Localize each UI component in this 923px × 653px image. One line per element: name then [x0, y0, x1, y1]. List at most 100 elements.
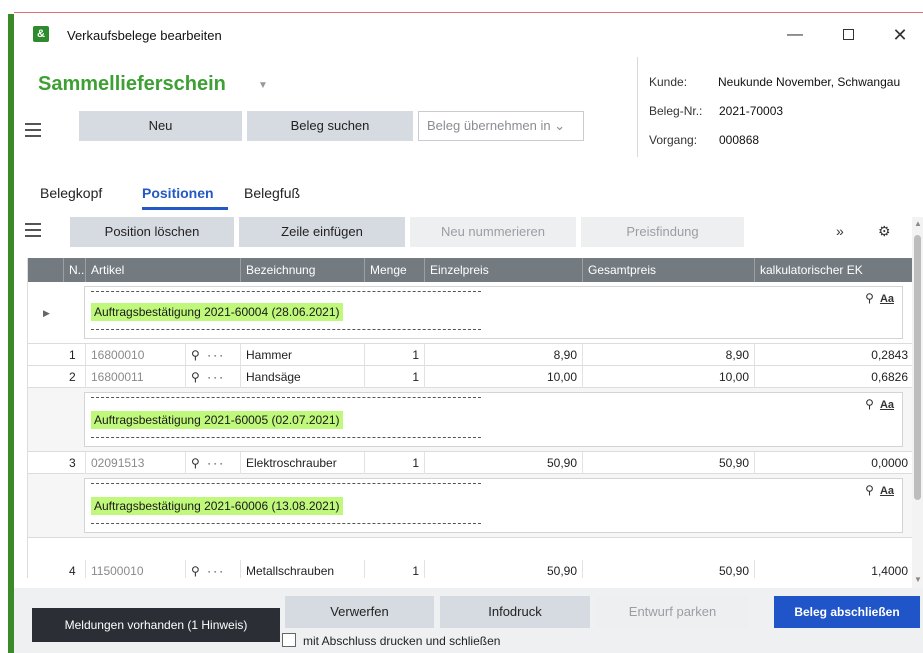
- tab-belegkopf[interactable]: Belegkopf: [40, 185, 102, 201]
- cell-total-price: 50,90: [583, 560, 755, 578]
- column-header-marker: [28, 258, 64, 282]
- grid-menu-icon[interactable]: [25, 223, 41, 237]
- dashed-separator: [91, 329, 481, 330]
- cell-unit-price[interactable]: 50,90: [425, 452, 583, 474]
- cell-unit-price[interactable]: 10,00: [425, 366, 583, 388]
- font-format-icon[interactable]: Aa: [880, 293, 894, 305]
- table-row[interactable]: 1 16800010 ⚲ ··· Hammer 1 8,90 8,90 0,28…: [28, 344, 912, 366]
- text-block[interactable]: Auftragsbestätigung 2021-60006 (13.08.20…: [28, 474, 912, 538]
- table-row[interactable]: 4 11500010 ⚲ ··· Metallschrauben 1 50,90…: [28, 560, 912, 578]
- article-lookup-icons[interactable]: ⚲ ···: [186, 366, 241, 388]
- process-label: Vorgang:: [649, 133, 698, 147]
- text-block-tools: ⚲ Aa: [865, 291, 894, 305]
- print-on-finish-checkbox[interactable]: [282, 633, 296, 647]
- text-block[interactable]: Auftragsbestätigung 2021-60005 (02.07.20…: [28, 388, 912, 452]
- maximize-button[interactable]: [833, 21, 863, 49]
- search-icon[interactable]: ⚲: [865, 291, 874, 305]
- cell-cost: 0,0000: [871, 456, 908, 470]
- info-separator: [637, 57, 638, 157]
- infoprint-button[interactable]: Infodruck: [440, 596, 590, 628]
- pricing-button[interactable]: Preisfindung: [581, 217, 744, 247]
- doc-number-label: Beleg-Nr.:: [649, 104, 703, 118]
- vertical-scrollbar[interactable]: ▲ ▼: [912, 217, 923, 589]
- article-lookup-icons[interactable]: ⚲ ···: [186, 344, 241, 366]
- customer-value: Neukunde November, Schwangau: [718, 75, 901, 89]
- app-icon: &: [33, 26, 49, 42]
- scroll-down-icon[interactable]: ▼: [914, 575, 922, 584]
- text-block[interactable]: ▶ Auftragsbestätigung 2021-60004 (28.06.…: [28, 282, 912, 344]
- table-row[interactable]: 2 16800011 ⚲ ··· Handsäge 1 10,00 10,00 …: [28, 366, 912, 388]
- article-lookup-icons[interactable]: ⚲ ···: [186, 560, 241, 578]
- text-block-editor[interactable]: Auftragsbestätigung 2021-60006 (13.08.20…: [84, 478, 903, 533]
- maximize-icon: [842, 29, 854, 41]
- column-header-total-price[interactable]: Gesamtpreis: [583, 258, 755, 282]
- new-button[interactable]: Neu: [79, 111, 242, 141]
- font-format-icon[interactable]: Aa: [880, 485, 894, 497]
- highlighted-order-reference: Auftragsbestätigung 2021-60006 (13.08.20…: [91, 497, 343, 515]
- text-block-tools: ⚲ Aa: [865, 483, 894, 497]
- column-header-description[interactable]: Bezeichnung: [241, 258, 365, 282]
- cell-cost: 0,2843: [871, 348, 908, 362]
- text-block-editor[interactable]: Auftragsbestätigung 2021-60004 (28.06.20…: [84, 286, 903, 339]
- transfer-document-dropdown[interactable]: Beleg übernehmen in ⌄: [418, 111, 584, 141]
- insert-row-button[interactable]: Zeile einfügen: [239, 217, 405, 247]
- search-icon[interactable]: ⚲: [865, 397, 874, 411]
- renumber-button[interactable]: Neu nummerieren: [410, 217, 576, 247]
- cell-unit-price[interactable]: 8,90: [425, 344, 583, 366]
- delete-position-button[interactable]: Position löschen: [70, 217, 234, 247]
- cell-total-price: 8,90: [583, 344, 755, 366]
- cell-article[interactable]: 11500010: [86, 560, 186, 578]
- column-header-cost[interactable]: kalkulatorischer EK: [755, 258, 912, 282]
- column-header-article[interactable]: Artikel: [86, 258, 241, 282]
- cell-cost: 0,6826: [871, 370, 908, 384]
- top-edge: [14, 0, 923, 12]
- header-menu-icon[interactable]: [25, 123, 41, 137]
- cell-total-price: 50,90: [583, 452, 755, 474]
- dashed-separator: [91, 291, 481, 292]
- minimize-button[interactable]: —: [780, 21, 810, 49]
- park-draft-button[interactable]: Entwurf parken: [596, 596, 749, 628]
- grid-header: N.. Artikel Bezeichnung Menge Einzelprei…: [28, 258, 912, 282]
- scrollbar-thumb[interactable]: [914, 235, 921, 500]
- search-icon[interactable]: ⚲: [865, 483, 874, 497]
- active-tab-indicator: [142, 207, 228, 210]
- dashed-separator: [91, 397, 481, 398]
- cell-article[interactable]: 16800010: [86, 344, 186, 366]
- expand-double-chevron-icon[interactable]: »: [836, 223, 844, 239]
- dashed-separator: [91, 523, 481, 524]
- table-row[interactable]: 3 02091513 ⚲ ··· Elektroschrauber 1 50,9…: [28, 452, 912, 474]
- doc-type-caret-icon[interactable]: ▼: [258, 80, 268, 91]
- column-header-unit-price[interactable]: Einzelpreis: [425, 258, 583, 282]
- tab-positionen[interactable]: Positionen: [142, 185, 214, 201]
- dashed-separator: [91, 483, 481, 484]
- tab-belegfuss[interactable]: Belegfuß: [244, 185, 300, 201]
- messages-button[interactable]: Meldungen vorhanden (1 Hinweis): [32, 608, 280, 642]
- cell-quantity[interactable]: 1: [365, 452, 425, 474]
- window: & Verkaufsbelege bearbeiten — ✕ Sammelli…: [14, 12, 923, 653]
- highlighted-order-reference: Auftragsbestätigung 2021-60004 (28.06.20…: [91, 303, 343, 321]
- cell-description[interactable]: Hammer: [241, 344, 365, 366]
- cell-quantity[interactable]: 1: [365, 560, 425, 578]
- font-format-icon[interactable]: Aa: [880, 399, 894, 411]
- column-header-number[interactable]: N..: [64, 258, 86, 282]
- gear-icon[interactable]: ⚙: [878, 223, 891, 240]
- doc-type-title[interactable]: Sammellieferschein: [38, 73, 226, 96]
- cell-number: 4: [64, 560, 86, 578]
- cell-article[interactable]: 16800011: [86, 366, 186, 388]
- row-pointer-icon: ▶: [43, 308, 50, 318]
- cell-quantity[interactable]: 1: [365, 366, 425, 388]
- cell-unit-price[interactable]: 50,90: [425, 560, 583, 578]
- cell-description[interactable]: Handsäge: [241, 366, 365, 388]
- cell-article[interactable]: 02091513: [86, 452, 186, 474]
- column-header-quantity[interactable]: Menge: [365, 258, 425, 282]
- cell-description[interactable]: Elektroschrauber: [241, 452, 365, 474]
- discard-button[interactable]: Verwerfen: [285, 596, 434, 628]
- text-block-editor[interactable]: Auftragsbestätigung 2021-60005 (02.07.20…: [84, 392, 903, 447]
- finish-document-button[interactable]: Beleg abschließen: [774, 596, 920, 628]
- search-document-button[interactable]: Beleg suchen: [247, 111, 413, 141]
- scroll-up-icon[interactable]: ▲: [914, 219, 922, 228]
- cell-description[interactable]: Metallschrauben: [241, 560, 365, 578]
- close-button[interactable]: ✕: [885, 21, 915, 49]
- cell-quantity[interactable]: 1: [365, 344, 425, 366]
- article-lookup-icons[interactable]: ⚲ ···: [186, 452, 241, 474]
